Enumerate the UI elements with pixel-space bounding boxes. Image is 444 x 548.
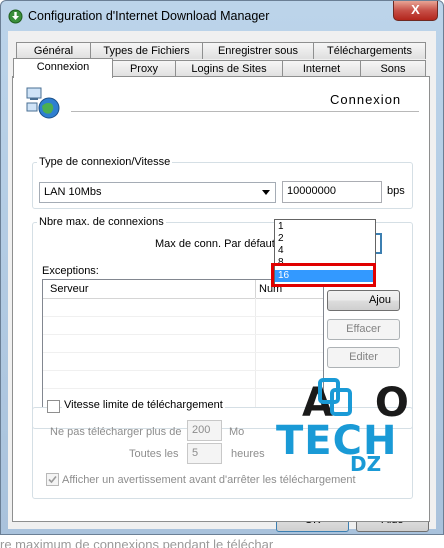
every-unit: heures <box>231 448 265 460</box>
add-button[interactable]: Ajou <box>327 290 400 311</box>
tab-connection[interactable]: Connexion <box>13 58 113 78</box>
tab-downloads[interactable]: Téléchargements <box>313 42 426 59</box>
tab-file-types[interactable]: Types de Fichiers <box>90 42 203 59</box>
speed-limit-checkbox[interactable] <box>47 400 60 413</box>
speed-input[interactable]: 10000000 <box>282 181 382 203</box>
max-download-unit: Mo <box>229 426 245 438</box>
tab-proxy[interactable]: Proxy <box>112 60 176 77</box>
dropdown-option[interactable]: 1 <box>275 221 375 233</box>
connection-type-select[interactable]: LAN 10Mbs <box>39 182 276 203</box>
header-divider <box>71 111 419 112</box>
max-connections-label: Nbre max. de connexions <box>37 216 166 228</box>
dropdown-option[interactable]: 2 <box>275 233 375 245</box>
tab-save-to[interactable]: Enregistrer sous <box>202 42 314 59</box>
close-button[interactable]: X <box>393 1 438 21</box>
watermark-device-icon <box>318 378 352 416</box>
every-hours-input[interactable]: 5 <box>187 443 222 464</box>
row-grid-line <box>43 388 323 389</box>
network-globe-icon <box>26 87 60 119</box>
default-max-label: Max de conn. Par défaut <box>155 238 275 250</box>
dropdown-option[interactable]: 4 <box>275 245 375 257</box>
row-grid-line <box>43 370 323 371</box>
exceptions-label: Exceptions: <box>42 265 99 277</box>
column-server[interactable]: Serveur <box>50 283 89 295</box>
watermark-line3: DZ <box>350 452 382 476</box>
max-download-input[interactable]: 200 <box>187 420 222 441</box>
speed-unit: bps <box>387 185 405 197</box>
delete-button[interactable]: Effacer <box>327 319 400 340</box>
tab-internet[interactable]: Internet <box>282 60 361 77</box>
row-grid-line <box>43 334 323 335</box>
column-divider <box>255 280 256 298</box>
tab-sounds[interactable]: Sons <box>360 60 426 77</box>
checkmark-icon <box>48 475 57 484</box>
window-title: Configuration d'Internet Download Manage… <box>28 9 270 23</box>
title-bar[interactable]: Configuration d'Internet Download Manage… <box>1 1 443 31</box>
every-label: Toutes les <box>129 448 179 460</box>
row-grid-line <box>43 352 323 353</box>
idm-app-icon <box>8 9 23 24</box>
speed-limit-label: Vitesse limite de téléchargement <box>62 399 225 411</box>
warn-checkbox[interactable] <box>46 473 59 486</box>
connection-type-label: Type de connexion/Vitesse <box>37 156 173 168</box>
tab-general[interactable]: Général <box>16 42 91 59</box>
edit-button[interactable]: Editer <box>327 347 400 368</box>
chevron-down-icon <box>262 190 270 195</box>
warn-label: Afficher un avertissement avant d'arrête… <box>62 474 356 486</box>
highlight-annotation <box>271 263 376 287</box>
max-download-label: Ne pas télécharger plus de <box>50 426 182 438</box>
tab-site-logins[interactable]: Logins de Sites <box>175 60 283 77</box>
background-caption: re maximum de connexions pendant le télé… <box>0 537 274 548</box>
page-title: Connexion <box>330 92 402 107</box>
row-grid-line <box>43 316 323 317</box>
connection-type-value: LAN 10Mbs <box>44 186 102 198</box>
exceptions-table[interactable]: Serveur Num <box>42 279 324 408</box>
